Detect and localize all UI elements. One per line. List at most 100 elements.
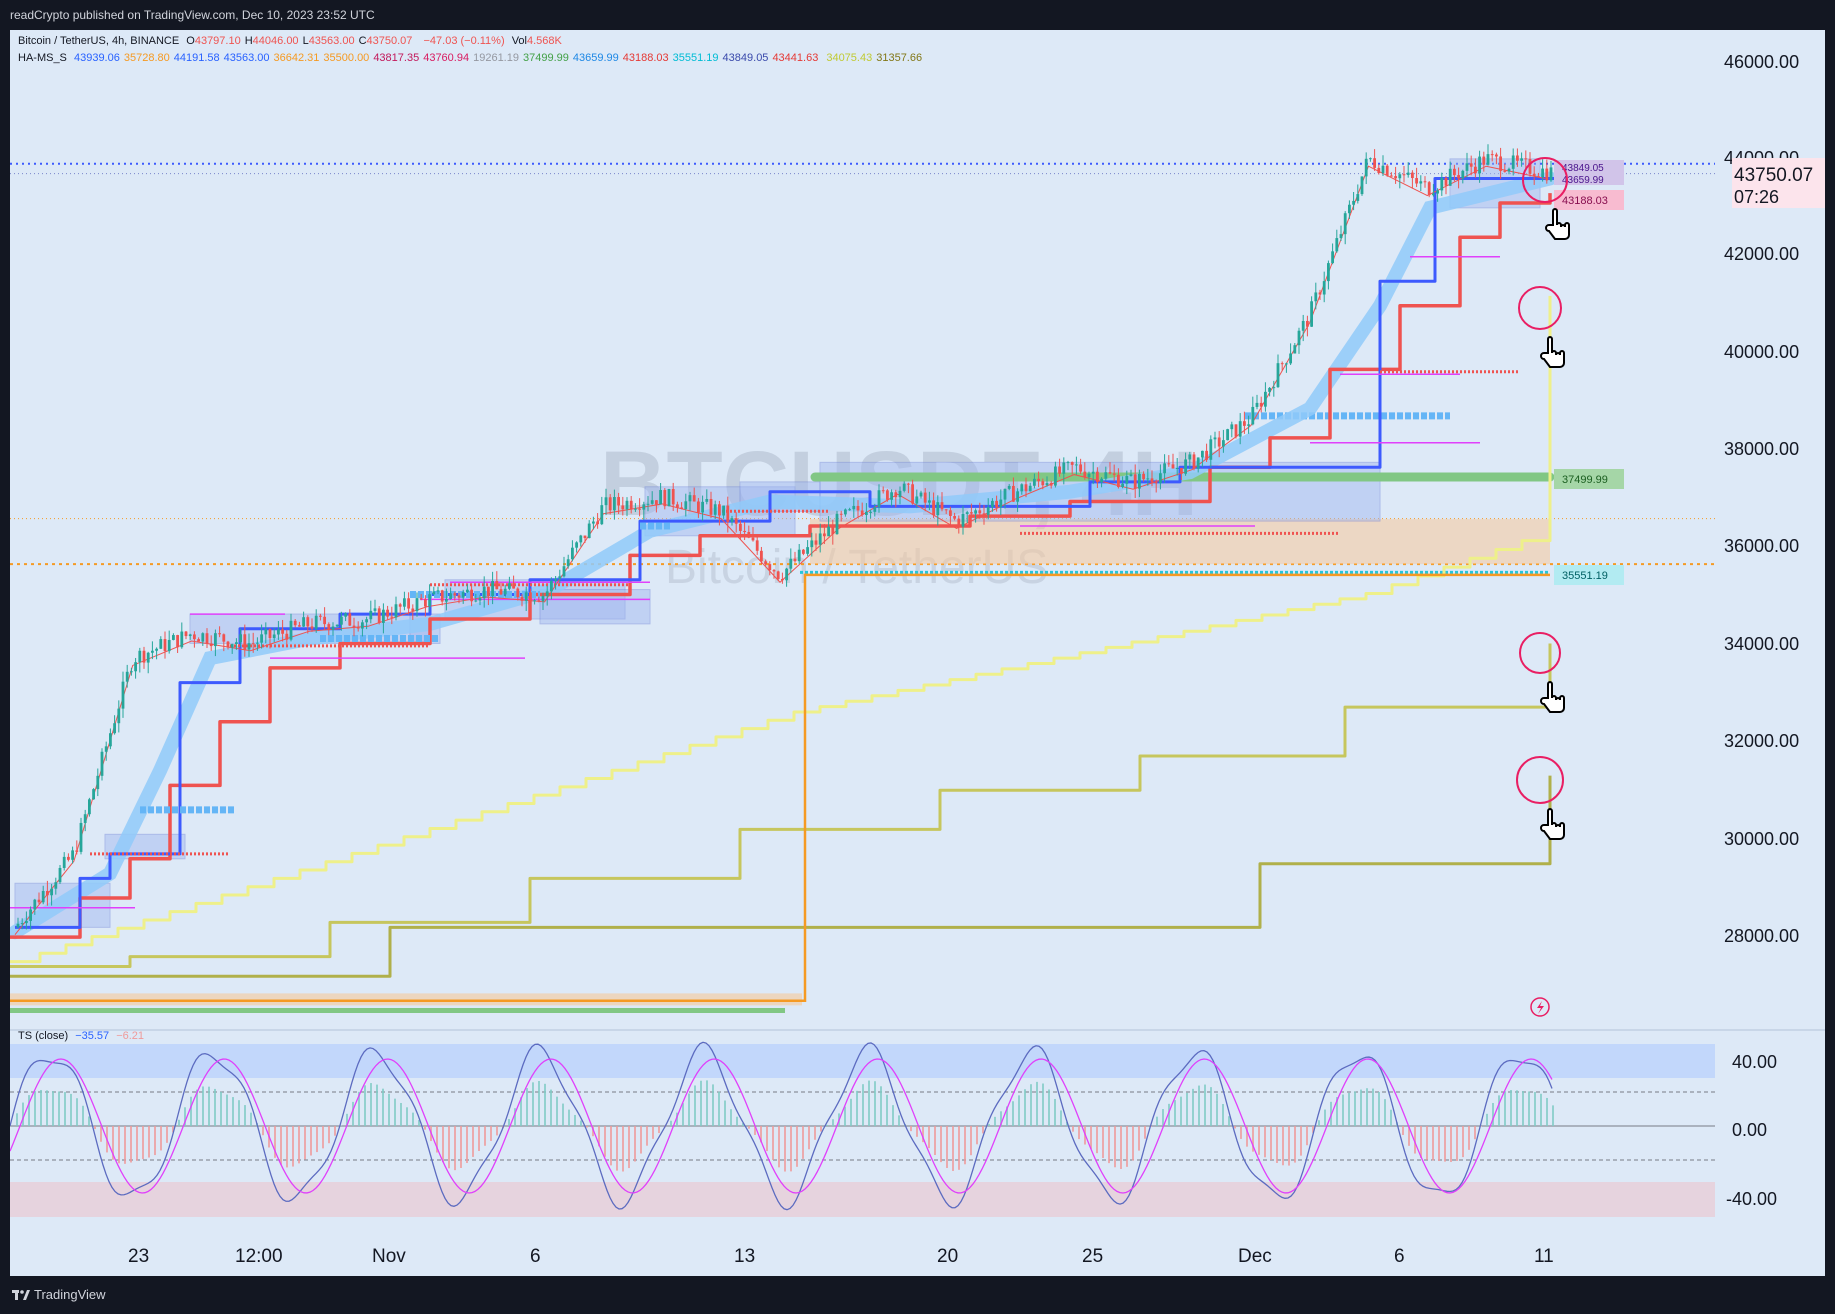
osc-histogram-bar — [1210, 1087, 1212, 1126]
candle-body — [575, 542, 578, 548]
candle-body — [251, 643, 255, 645]
osc-histogram-bar — [496, 1126, 498, 1136]
osc-histogram-bar — [1024, 1089, 1026, 1126]
osc-histogram-bar — [526, 1088, 528, 1126]
candle-body — [109, 733, 112, 747]
candle-body — [524, 592, 528, 601]
osc-histogram-bar — [442, 1126, 444, 1163]
osc-histogram-bar — [628, 1126, 630, 1169]
indicator-legend[interactable]: HA-MS_S 43939.06 35728.80 44191.58 43563.00… — [18, 52, 930, 64]
osc-histogram-bar — [46, 1090, 48, 1126]
candle-body — [201, 633, 205, 642]
brand-footer[interactable]: TradingView — [0, 1276, 1835, 1314]
candle-body — [634, 508, 637, 510]
candle-body — [793, 558, 797, 562]
osc-histogram-bar — [400, 1102, 402, 1126]
candle-body — [163, 639, 167, 652]
candle-body — [1411, 172, 1414, 179]
oscillator-legend[interactable]: TS (close) −35.57 −6.21 — [18, 1030, 148, 1042]
osc-histogram-bar — [1054, 1098, 1056, 1126]
marker-43659-label: 43659.99 — [1562, 175, 1604, 186]
candle-body — [125, 671, 129, 682]
osc-histogram-bar — [1552, 1105, 1554, 1126]
candle-body — [1528, 159, 1532, 174]
candle-body — [470, 589, 473, 602]
candle-body — [919, 492, 923, 497]
candle-body — [277, 629, 280, 635]
candle-body — [54, 882, 58, 889]
candle-body — [398, 604, 402, 607]
candle-body — [193, 634, 196, 640]
candle-body — [869, 511, 872, 513]
candle-body — [1234, 424, 1238, 437]
osc-histogram-bar — [604, 1126, 606, 1157]
candle-body — [928, 500, 931, 503]
candle-body — [117, 708, 121, 724]
osc-histogram-bar — [1186, 1092, 1188, 1126]
candle-body — [184, 631, 188, 637]
time-label: Nov — [372, 1246, 406, 1267]
candle-body — [1352, 200, 1355, 205]
osc-histogram-bar — [1450, 1126, 1452, 1163]
candle-body — [382, 609, 385, 623]
osc-histogram-bar — [586, 1126, 588, 1128]
candle-body — [1087, 473, 1091, 478]
candle-body — [936, 502, 940, 516]
candle-body — [1272, 387, 1276, 389]
candle-body — [1478, 156, 1481, 174]
candle-body — [802, 549, 805, 554]
candle-body — [1507, 168, 1511, 172]
osc-histogram-bar — [448, 1126, 450, 1169]
candle-body — [940, 502, 944, 510]
candle-body — [1524, 158, 1528, 160]
candle-body — [911, 484, 914, 504]
candle-body — [923, 492, 927, 503]
candle-body — [306, 617, 310, 627]
osc-histogram-bar — [310, 1126, 312, 1156]
marker-37499-label: 37499.99 — [1562, 474, 1608, 486]
osc-histogram-bar — [370, 1083, 372, 1126]
candle-body — [453, 593, 457, 596]
candle-body — [41, 891, 45, 903]
ohlc-key: C — [358, 35, 367, 47]
osc-histogram-bar — [826, 1124, 828, 1126]
candle-body — [113, 723, 116, 734]
candle-body — [818, 533, 822, 545]
candle-body — [331, 626, 335, 630]
candle-body — [1318, 292, 1322, 295]
candle-body — [403, 598, 406, 607]
chart-svg[interactable]: BTCUSDT, 4H Bitcoin / TetherUS 46000.00 … — [10, 30, 1825, 1276]
osc-histogram-bar — [1534, 1092, 1536, 1126]
osc-histogram-bar — [1192, 1088, 1194, 1126]
candle-body — [739, 523, 742, 531]
chart-frame[interactable]: BTCUSDT, 4H Bitcoin / TetherUS 46000.00 … — [10, 30, 1825, 1276]
annotations-layer — [1516, 157, 1570, 840]
candle-body — [1083, 471, 1087, 478]
osc-histogram-bar — [1108, 1126, 1110, 1164]
symbol-legend[interactable]: Bitcoin / TetherUS, 4h, BINANCE O43797.1… — [18, 35, 566, 47]
candle-body — [1196, 457, 1200, 469]
candle-body — [1419, 181, 1423, 184]
candle-body — [1192, 454, 1196, 469]
marker-43188-label: 43188.03 — [1562, 195, 1608, 207]
candle-body — [1045, 483, 1049, 486]
candle-body — [352, 625, 356, 628]
candle-body — [428, 594, 431, 607]
candle-body — [764, 561, 767, 565]
osc-histogram-bar — [424, 1126, 426, 1130]
candle-body — [176, 635, 179, 648]
osc-histogram-bar — [460, 1126, 462, 1168]
candle-body — [529, 592, 532, 601]
candle-body — [386, 609, 389, 617]
candle-body — [760, 550, 763, 562]
candle-body — [1264, 391, 1267, 407]
candle-body — [697, 501, 700, 513]
candle-body — [449, 593, 452, 599]
price-tick: 42000.00 — [1724, 244, 1799, 264]
candle-body — [239, 634, 242, 643]
candle-body — [151, 650, 154, 653]
osc-histogram-bar — [646, 1126, 648, 1146]
candle-body — [1049, 483, 1053, 486]
candle-body — [1255, 402, 1259, 407]
osc-histogram-bar — [208, 1086, 210, 1126]
